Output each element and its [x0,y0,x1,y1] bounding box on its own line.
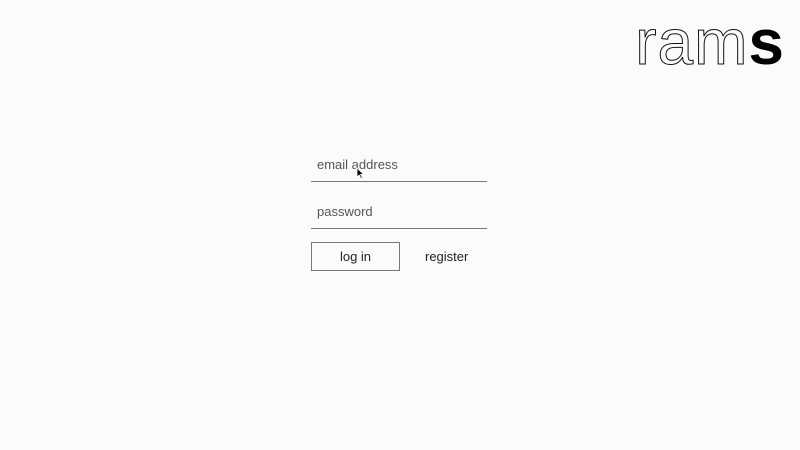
logo-outline-text: ram [635,6,749,78]
login-button[interactable]: log in [311,242,400,271]
app-logo: ram s [635,6,784,78]
register-link[interactable]: register [425,249,468,264]
password-field-wrapper [311,195,487,229]
logo-solid-text: s [748,6,784,78]
form-actions: log in register [311,242,487,271]
login-page: rams log in register [0,0,800,450]
email-input[interactable] [311,148,487,181]
email-field-wrapper [311,148,487,182]
mouse-pointer-icon [356,167,365,179]
login-form: log in register [311,148,487,271]
password-input[interactable] [311,195,487,228]
